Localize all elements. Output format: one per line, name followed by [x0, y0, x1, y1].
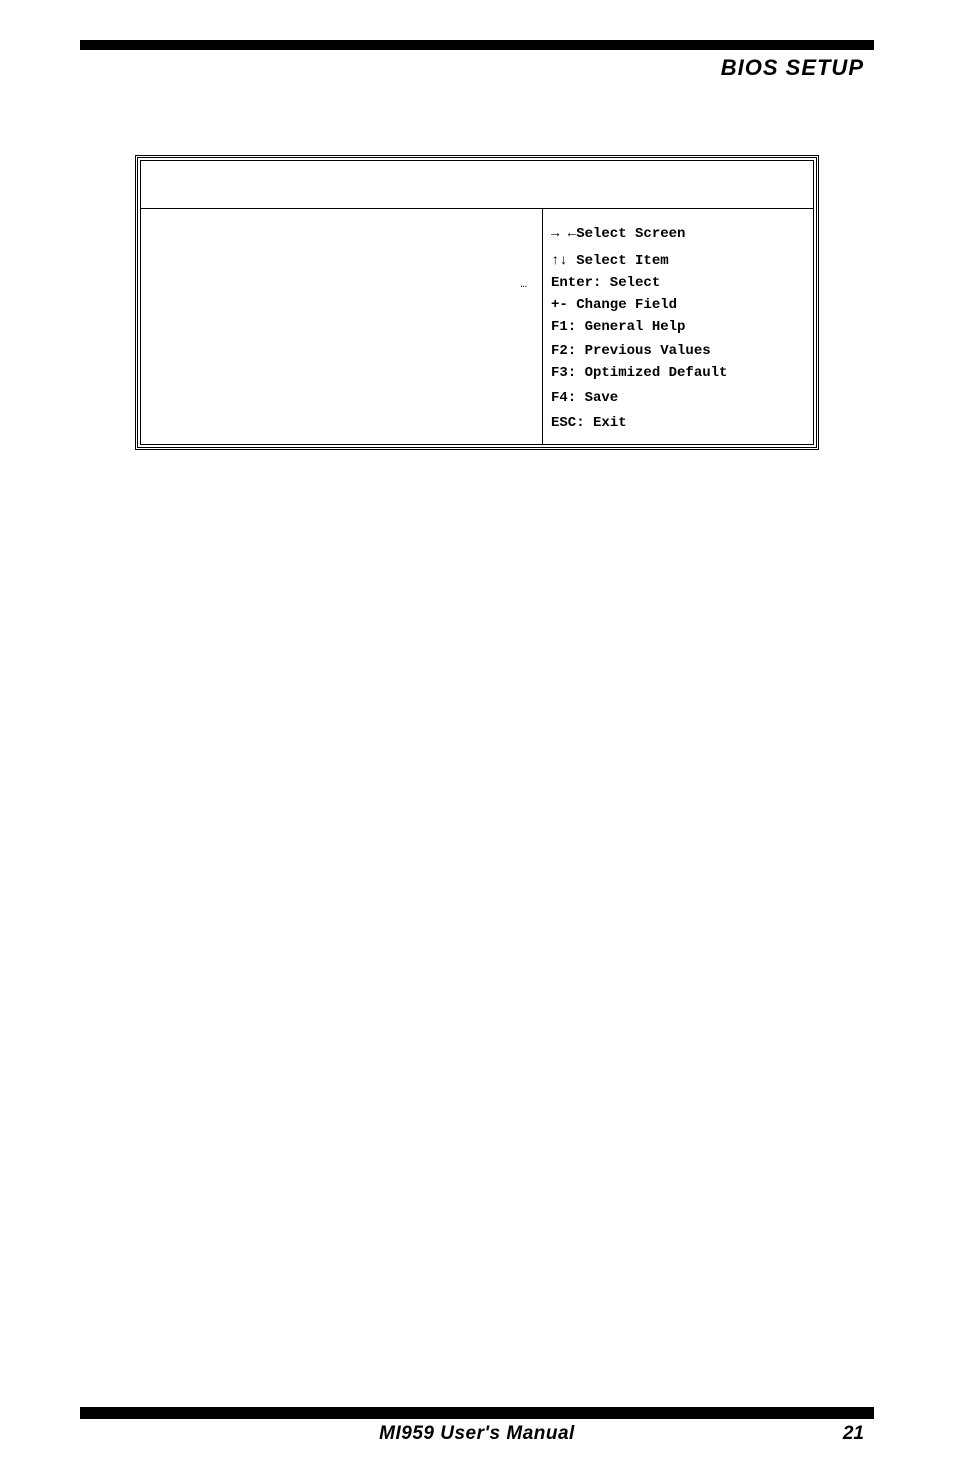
bios-help-pane: → ←Select Screen ↑↓ Select Item Enter: S… [543, 209, 813, 444]
ellipsis-text: … [520, 279, 528, 291]
footer-bar [80, 1407, 874, 1419]
help-f3: F3: Optimized Default [551, 364, 805, 383]
bios-panel-inner: … → ←Select Screen ↑↓ Select Item Enter:… [140, 160, 814, 445]
help-f2: F2: Previous Values [551, 342, 805, 361]
header-bar [80, 40, 874, 50]
help-f4: F4: Save [551, 389, 805, 408]
bios-panel: … → ←Select Screen ↑↓ Select Item Enter:… [135, 155, 819, 450]
header-title: BIOS SETUP [721, 55, 864, 81]
footer-text: MI959 User's Manual [0, 1423, 954, 1445]
bios-left-pane: … [141, 209, 543, 444]
bios-body: … → ←Select Screen ↑↓ Select Item Enter:… [141, 209, 813, 444]
bios-header-row [141, 161, 813, 209]
footer-manual-title: MI959 User's Manual [379, 1423, 575, 1444]
footer-page-number: 21 [843, 1423, 864, 1445]
help-f1: F1: General Help [551, 318, 805, 337]
help-select-screen: → ←Select Screen [551, 225, 805, 244]
help-esc: ESC: Exit [551, 414, 805, 433]
help-select-item: ↑↓ Select Item [551, 252, 805, 271]
help-change-field: +- Change Field [551, 296, 805, 315]
help-enter: Enter: Select [551, 274, 805, 293]
